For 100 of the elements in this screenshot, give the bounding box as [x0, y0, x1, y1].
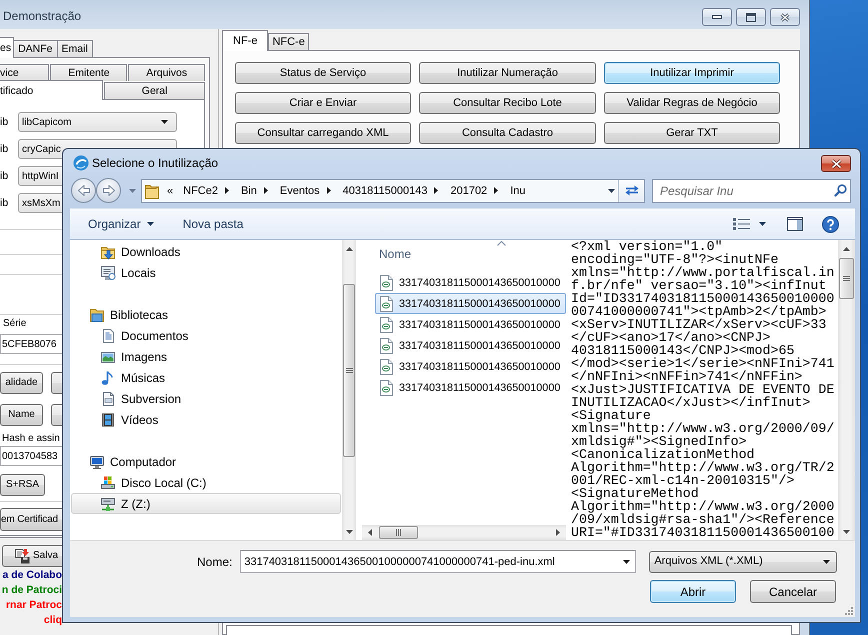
chevron-right-icon[interactable]	[434, 187, 438, 194]
tab[interactable]: Email	[56, 40, 93, 57]
arrow-right-icon	[102, 185, 114, 196]
chevron-right-icon[interactable]	[326, 187, 331, 194]
file-row[interactable]: 331740318115000143650010000	[375, 377, 564, 398]
button[interactable]: Inutilizar Imprimir	[604, 62, 780, 84]
chevron-right-icon[interactable]	[264, 187, 268, 194]
button[interactable]: S+RSA	[0, 474, 45, 496]
nav-item[interactable]: Z (Z:)	[71, 493, 341, 514]
nav-item[interactable]: Músicas	[99, 367, 170, 388]
scrollbar-thumb[interactable]	[839, 258, 854, 299]
file-row[interactable]: 331740318115000143650010000	[375, 356, 564, 377]
tab[interactable]: vice	[0, 64, 50, 81]
close-button[interactable]	[821, 155, 851, 172]
nav-item[interactable]: Computador	[88, 451, 180, 472]
tab[interactable]: tificado	[0, 80, 104, 100]
scrollbar-thumb[interactable]	[379, 526, 418, 539]
arrow-left-icon	[368, 529, 372, 536]
breadcrumb-button[interactable]: 40318115000143	[338, 180, 432, 200]
open-button[interactable]: Abrir	[650, 580, 736, 603]
button[interactable]: Consultar Recibo Lote	[419, 92, 596, 114]
breadcrumb-button[interactable]: Bin	[236, 180, 262, 200]
chevron-right-icon[interactable]	[224, 187, 229, 194]
window-title: Demonstração	[3, 9, 82, 24]
arrow-down-icon	[843, 530, 850, 534]
file-icon	[380, 316, 393, 332]
button[interactable]: Consulta Cadastro	[419, 122, 596, 144]
tab[interactable]: NFC-e	[268, 33, 309, 50]
link[interactable]: cliq	[44, 613, 62, 628]
breadcrumb-overflow-button[interactable]: «	[162, 180, 178, 200]
tab[interactable]: Emitente	[50, 64, 128, 81]
tab[interactable]: Arquivos	[128, 64, 205, 81]
filename-field[interactable]: 33174031811500014365001000000741000000741-ped-inu.xml	[240, 550, 636, 573]
breadcrumb-button[interactable]: Inu	[505, 180, 530, 200]
refresh-icon	[624, 184, 640, 197]
back-button[interactable]	[71, 178, 96, 203]
scrollbar-track[interactable]	[362, 525, 566, 540]
field-label: ib	[0, 115, 8, 129]
address-bar[interactable]: « NFCe2 Bin Eventos 40318115000143 201702 Inu	[141, 178, 645, 202]
list-view-icon	[733, 218, 750, 230]
search-field[interactable]: Pesquisar Inu	[652, 178, 851, 202]
folder-icon	[145, 182, 159, 198]
close-button[interactable]	[770, 8, 800, 26]
maximize-button[interactable]	[736, 8, 766, 26]
tab[interactable]: DANFe	[13, 40, 58, 57]
organize-button[interactable]: Organizar	[82, 212, 160, 236]
tab[interactable]: Geral	[104, 82, 205, 99]
network-drive-icon	[100, 496, 116, 512]
nav-item[interactable]: Locais	[99, 262, 160, 283]
file-row[interactable]: 331740318115000143650010000	[375, 272, 564, 293]
tab[interactable]: es	[0, 37, 14, 58]
link[interactable]: n de Patroci	[2, 583, 62, 598]
button[interactable]: Consultar carregando XML	[235, 122, 411, 144]
button[interactable]: alidade	[0, 372, 43, 394]
file-row[interactable]: 331740318115000143650010000	[375, 335, 564, 356]
file-row[interactable]: 331740318115000143650010000	[375, 293, 566, 314]
nav-item[interactable]: Subversion	[99, 388, 186, 409]
button[interactable]: Inutilizar Numeração	[419, 62, 596, 84]
nav-item[interactable]: Downloads	[99, 241, 184, 262]
logo-icon	[73, 155, 89, 171]
link[interactable]: a de Colabo	[2, 568, 62, 583]
document-icon	[100, 390, 116, 406]
tab[interactable]: NF-e	[222, 30, 268, 51]
help-icon	[822, 216, 839, 232]
scrollbar-track[interactable]	[342, 240, 356, 540]
button[interactable]: Gerar TXT	[604, 122, 780, 144]
file-icon	[380, 274, 393, 290]
minimize-icon	[712, 15, 722, 19]
file-row[interactable]: 331740318115000143650010000	[375, 314, 564, 335]
scrollbar-thumb[interactable]	[343, 284, 355, 457]
nav-item[interactable]: Disco Local (C:)	[99, 472, 210, 493]
field-label: Hash e assin	[2, 432, 60, 446]
column-header[interactable]: Nome	[379, 240, 506, 262]
nav-item[interactable]: Imagens	[99, 346, 172, 367]
button[interactable]: Validar Regras de Negócio	[604, 92, 780, 114]
button[interactable]: Status de Serviço	[235, 62, 411, 84]
nav-item[interactable]: Bibliotecas	[88, 304, 172, 325]
new-folder-button[interactable]: Nova pasta	[176, 212, 250, 236]
nav-item[interactable]: Documentos	[99, 325, 192, 346]
forward-button[interactable]	[96, 178, 121, 203]
breadcrumb-button[interactable]: Eventos	[274, 180, 325, 200]
cancel-button[interactable]: Cancelar	[750, 580, 836, 603]
breadcrumb-button[interactable]: 201702	[445, 180, 492, 200]
dropdown[interactable]: libCapicom	[18, 112, 177, 132]
caret-icon	[759, 222, 766, 226]
refresh-button[interactable]	[618, 180, 644, 202]
resize-grip[interactable]	[844, 606, 853, 615]
button[interactable]: Name	[0, 404, 43, 426]
minimize-button[interactable]	[702, 8, 732, 26]
file-icon	[380, 358, 393, 374]
preview-pane-icon	[787, 217, 803, 231]
field-label: ib	[0, 196, 8, 210]
chevron-right-icon[interactable]	[494, 187, 498, 194]
breadcrumb-button[interactable]: NFCe2	[178, 180, 223, 200]
button[interactable]: Criar e Enviar	[235, 92, 411, 114]
nav-item[interactable]: Vídeos	[99, 409, 162, 430]
file-type-dropdown[interactable]: Arquivos XML (*.XML)	[649, 550, 838, 572]
document-icon	[100, 328, 116, 344]
scrollbar-track[interactable]	[838, 240, 855, 540]
link[interactable]: rnar Patroc	[6, 598, 62, 613]
